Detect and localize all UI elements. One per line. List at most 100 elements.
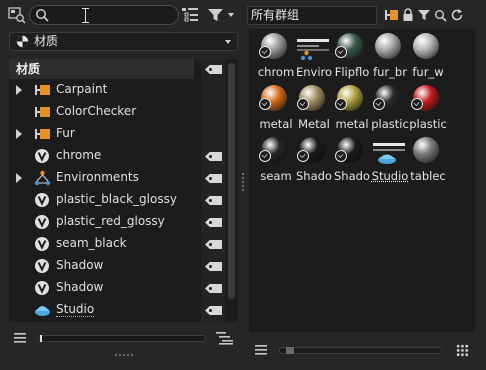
tree-item[interactable]: seam_black bbox=[9, 233, 201, 255]
tree-item-label: ColorChecker bbox=[56, 104, 137, 118]
material-tile-label: metal bbox=[335, 117, 369, 131]
material-tile[interactable]: tablec bbox=[407, 135, 447, 183]
tree-item[interactable]: Studio bbox=[9, 299, 201, 321]
material-thumbnail bbox=[335, 83, 367, 115]
material-thumbnail bbox=[411, 83, 443, 115]
filter-dropdown-button[interactable] bbox=[207, 6, 237, 24]
search-input[interactable] bbox=[52, 7, 172, 23]
menu-icon[interactable] bbox=[254, 344, 268, 356]
tree-item[interactable]: plastic_black_glossy bbox=[9, 189, 201, 211]
tag-column bbox=[201, 59, 225, 322]
material-tree: 材质 Carpaint ColorChecker Fur chrome Environm… bbox=[9, 59, 238, 322]
tree-item-label: Shadow bbox=[56, 280, 104, 294]
tree-item[interactable]: Shadow bbox=[9, 255, 201, 277]
tree-header: 材质 bbox=[9, 59, 194, 79]
material-tile-label: metal bbox=[259, 117, 293, 131]
material-tile[interactable]: seam bbox=[255, 135, 295, 183]
material-tile[interactable]: metal bbox=[255, 83, 295, 131]
material-thumbnail bbox=[373, 83, 405, 115]
tree-item-label: Studio bbox=[56, 302, 95, 317]
folder-icon bbox=[34, 104, 51, 120]
material-tile[interactable]: Flipflo bbox=[331, 31, 371, 79]
refresh-icon[interactable] bbox=[450, 8, 465, 22]
studio-thumbnail-icon bbox=[373, 143, 405, 164]
material-thumbnail bbox=[411, 135, 443, 167]
menu-icon[interactable] bbox=[13, 332, 27, 344]
funnel-icon[interactable] bbox=[417, 8, 431, 22]
material-tile-label: Studio bbox=[371, 169, 409, 183]
bookmark-icon[interactable] bbox=[384, 8, 399, 22]
tree-item[interactable]: Shadow bbox=[9, 277, 201, 299]
environment-thumbnail-icon bbox=[297, 39, 329, 61]
tree-zoom-slider[interactable] bbox=[38, 335, 206, 342]
material-tile[interactable]: fur_w bbox=[407, 31, 447, 79]
material-sphere-icon bbox=[413, 137, 439, 163]
search-field[interactable] bbox=[29, 5, 179, 25]
lock-icon[interactable] bbox=[402, 8, 414, 22]
resize-grip-horizontal[interactable] bbox=[114, 353, 134, 357]
material-thumbnail bbox=[297, 135, 329, 167]
checkmark-badge-icon bbox=[335, 46, 347, 58]
material-tile[interactable]: plastic bbox=[407, 83, 447, 131]
material-tile[interactable]: Shado bbox=[331, 135, 371, 183]
material-thumbnail bbox=[259, 83, 291, 115]
material-tile[interactable]: metal bbox=[331, 83, 371, 131]
expand-arrow-icon[interactable] bbox=[16, 129, 22, 139]
layers-search-icon[interactable] bbox=[8, 6, 26, 24]
tree-item[interactable]: chrome bbox=[9, 145, 201, 167]
tree-toggle-icon[interactable] bbox=[181, 6, 199, 24]
tree-item[interactable]: Carpaint bbox=[9, 79, 201, 101]
grid-view-icon[interactable] bbox=[456, 344, 469, 357]
tree-item-label: Environments bbox=[56, 170, 139, 184]
material-tile-label: chrom bbox=[257, 65, 295, 79]
tree-item-label: seam_black bbox=[56, 236, 127, 250]
material-tile-label: Metal bbox=[298, 117, 330, 131]
tree-item-label: Fur bbox=[56, 126, 75, 140]
grid-zoom-slider[interactable] bbox=[279, 347, 442, 354]
material-thumbnail bbox=[335, 31, 367, 63]
material-tile-label: Enviro bbox=[295, 65, 333, 79]
material-tile[interactable]: chrom bbox=[255, 31, 295, 79]
resize-grip-vertical[interactable] bbox=[241, 172, 245, 192]
material-type-dropdown[interactable]: 材质 bbox=[9, 32, 238, 51]
material-v-icon bbox=[34, 258, 51, 274]
material-tile[interactable]: plastic bbox=[369, 83, 409, 131]
tree-item[interactable]: Fur bbox=[9, 123, 201, 145]
material-tile[interactable]: Shado bbox=[293, 135, 333, 183]
search-small-icon[interactable] bbox=[434, 9, 447, 22]
material-sphere-icon bbox=[413, 33, 439, 59]
checkmark-badge-icon bbox=[259, 150, 271, 162]
checkmark-badge-icon bbox=[335, 150, 347, 162]
tree-item-label: Carpaint bbox=[56, 82, 108, 96]
checkmark-badge-icon bbox=[411, 98, 423, 110]
expand-arrow-icon[interactable] bbox=[16, 173, 22, 183]
tree-item[interactable]: plastic_red_glossy bbox=[9, 211, 201, 233]
slider-handle[interactable] bbox=[286, 347, 294, 354]
material-thumbnail bbox=[259, 135, 291, 167]
tree-item[interactable]: Environments bbox=[9, 167, 201, 189]
folder-icon bbox=[34, 82, 51, 98]
material-tile[interactable]: Metal bbox=[293, 83, 333, 131]
material-tile-label: plastic bbox=[409, 117, 447, 131]
search-icon bbox=[35, 8, 49, 22]
material-thumbnail bbox=[297, 31, 329, 63]
material-tile-label: plastic bbox=[371, 117, 409, 131]
list-view-icon[interactable] bbox=[216, 331, 234, 345]
tree-item[interactable]: ColorChecker bbox=[9, 101, 201, 123]
group-filter-field[interactable]: 所有群组 bbox=[247, 6, 377, 25]
tree-item-label: plastic_red_glossy bbox=[56, 214, 165, 228]
material-tile[interactable]: Studio bbox=[369, 135, 409, 183]
tree-item-label: plastic_black_glossy bbox=[56, 192, 177, 206]
dropdown-label: 材质 bbox=[34, 34, 59, 48]
material-tile-label: seam bbox=[260, 169, 292, 183]
checkmark-badge-icon bbox=[259, 98, 271, 110]
material-tile[interactable]: fur_br bbox=[369, 31, 409, 79]
text-cursor bbox=[82, 8, 89, 23]
checkmark-badge-icon bbox=[259, 46, 271, 58]
slider-handle[interactable] bbox=[40, 335, 42, 342]
chevron-down-icon bbox=[225, 40, 231, 44]
expand-arrow-icon[interactable] bbox=[16, 85, 22, 95]
tree-scrollbar[interactable] bbox=[228, 63, 235, 299]
material-tile[interactable]: Enviro bbox=[293, 31, 333, 79]
material-v-icon bbox=[34, 236, 51, 252]
